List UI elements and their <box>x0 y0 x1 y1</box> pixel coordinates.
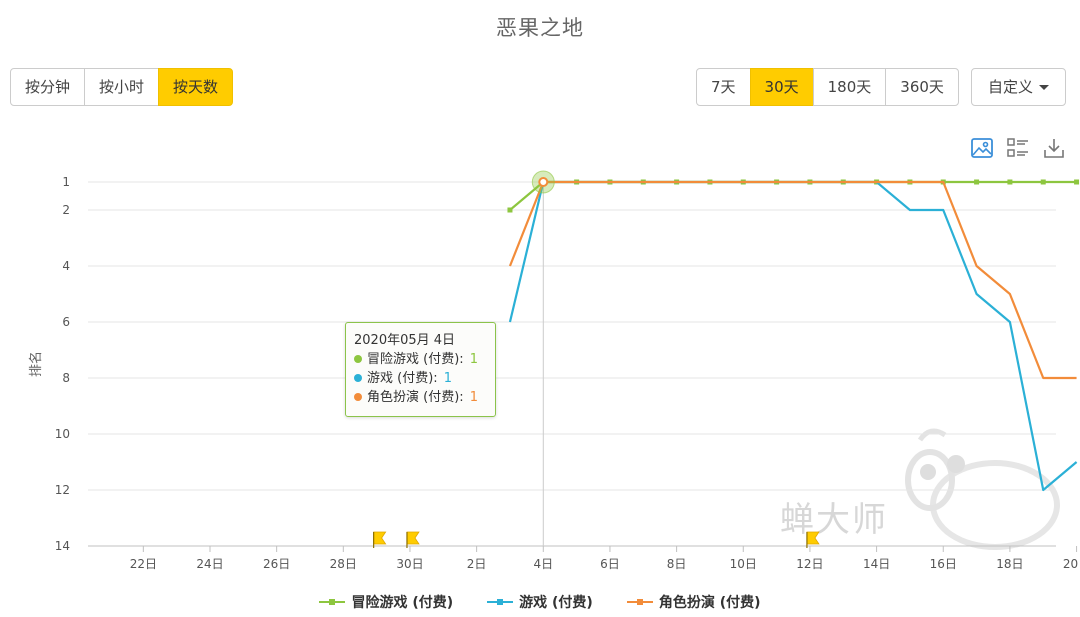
legend-item-roleplay[interactable]: 角色扮演 (付费) <box>626 592 761 612</box>
x-tick-label: 8日 <box>667 557 687 571</box>
tooltip-label: 角色扮演 (付费): <box>367 390 464 405</box>
x-tick-label: 30日 <box>396 557 423 571</box>
y-tick-label: 12 <box>55 483 70 497</box>
y-tick-label: 10 <box>55 427 70 441</box>
y-tick-label: 4 <box>62 259 70 273</box>
tooltip-label: 游戏 (付费): <box>367 371 438 386</box>
x-tick-label: 4日 <box>533 557 553 571</box>
green-dot-icon <box>354 355 362 363</box>
chart-tooltip: 2020年05月 4日 冒险游戏 (付费): 1 游戏 (付费): 1 角色扮演… <box>345 322 496 417</box>
legend-swatch <box>626 599 653 605</box>
y-tick-label: 1 <box>62 175 70 189</box>
x-tick-label: 22日 <box>130 557 157 571</box>
tooltip-row: 游戏 (付费): 1 <box>354 369 487 388</box>
series-line-0 <box>509 180 1077 211</box>
y-tick-label: 6 <box>62 315 70 329</box>
y-axis-title: 排名 <box>28 351 44 377</box>
x-tick-label: 14日 <box>863 557 890 571</box>
x-tick-label: 10日 <box>730 557 757 571</box>
series-line-1 <box>508 180 1078 492</box>
x-tick-label: 28日 <box>330 557 357 571</box>
tooltip-row: 角色扮演 (付费): 1 <box>354 388 487 407</box>
legend-swatch <box>319 599 346 605</box>
x-tick-label: 24日 <box>196 557 223 571</box>
y-tick-label: 14 <box>55 539 70 553</box>
legend-item-games[interactable]: 游戏 (付费) <box>487 592 593 612</box>
blue-dot-icon <box>354 374 362 382</box>
legend-item-adventure[interactable]: 冒险游戏 (付费) <box>319 592 453 612</box>
data-point-marker <box>974 179 980 185</box>
x-tick-label: 16日 <box>930 557 957 571</box>
line-chart: 1246810121422日 24日 26日 28日 30日 2日 4日 6日 8日 10日 12日… <box>28 170 1080 571</box>
data-point-marker <box>1040 179 1046 185</box>
x-tick-label: 20日 <box>1063 557 1080 571</box>
event-flag-icon <box>806 531 820 545</box>
data-point-marker <box>1074 179 1080 185</box>
chart-legend: 冒险游戏 (付费) 游戏 (付费) 角色扮演 (付费) <box>0 592 1080 612</box>
tooltip-row: 冒险游戏 (付费): 1 <box>354 350 487 369</box>
tooltip-label: 冒险游戏 (付费): <box>367 352 464 367</box>
tooltip-value: 1 <box>469 352 479 367</box>
orange-dot-icon <box>354 393 362 401</box>
event-flag-icon <box>373 531 387 545</box>
data-point-marker <box>1007 179 1013 185</box>
data-point-marker <box>507 207 513 213</box>
x-tick-label: 12日 <box>796 557 823 571</box>
y-tick-label: 2 <box>62 203 70 217</box>
legend-label: 游戏 (付费) <box>519 595 593 611</box>
tooltip-value: 1 <box>469 390 479 405</box>
x-tick-label: 26日 <box>263 557 290 571</box>
x-tick-label: 2日 <box>467 557 487 571</box>
legend-label: 角色扮演 (付费) <box>658 595 761 611</box>
event-flag-icon <box>406 531 420 545</box>
y-tick-label: 8 <box>62 371 70 385</box>
series-line-2 <box>508 180 1077 380</box>
hover-point <box>538 177 549 187</box>
legend-swatch <box>487 599 514 605</box>
legend-label: 冒险游戏 (付费) <box>351 595 454 611</box>
x-tick-label: 18日 <box>996 557 1023 571</box>
x-tick-label: 6日 <box>600 557 620 571</box>
tooltip-date: 2020年05月 4日 <box>354 333 456 348</box>
tooltip-value: 1 <box>443 371 453 386</box>
